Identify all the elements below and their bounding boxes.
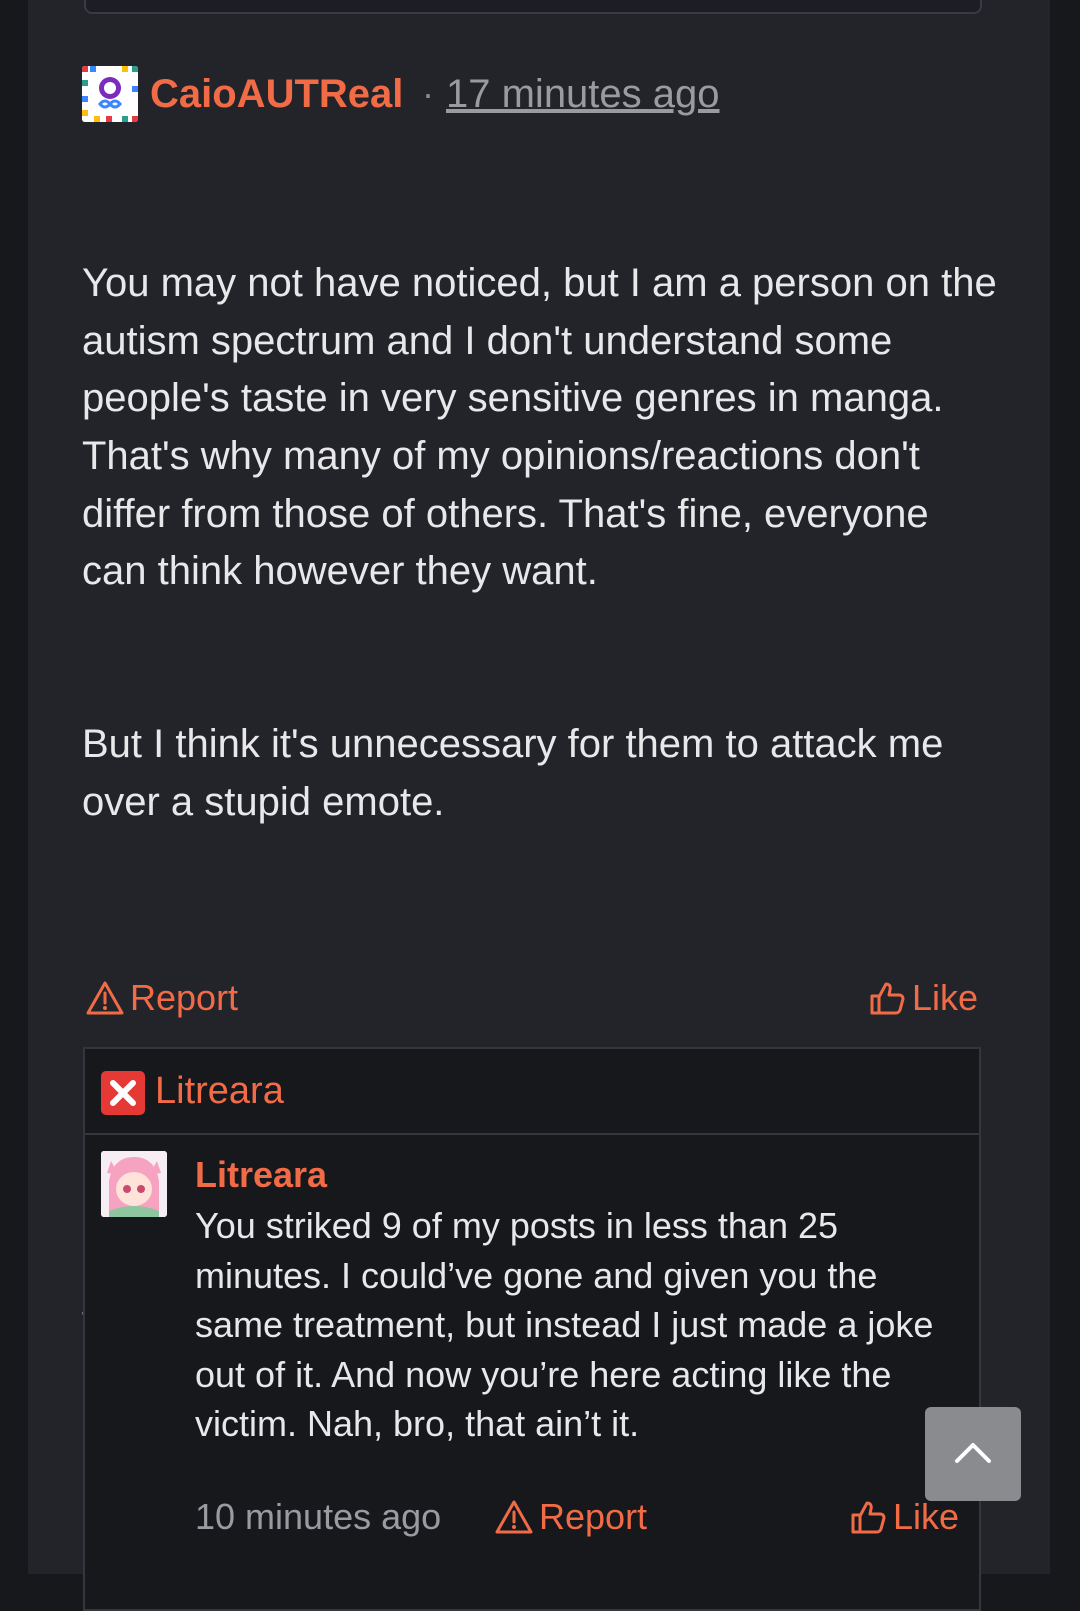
reply-avatar[interactable] bbox=[101, 1151, 167, 1217]
thumbs-up-icon bbox=[849, 1498, 887, 1536]
reply-author[interactable]: Litreara bbox=[195, 1151, 327, 1199]
moderation-author[interactable]: Litreara bbox=[155, 1067, 284, 1115]
warning-triangle-icon bbox=[86, 980, 124, 1016]
comment-timestamp[interactable]: 17 minutes ago bbox=[446, 66, 720, 122]
avatar[interactable] bbox=[82, 66, 138, 122]
reply-report-button[interactable]: Report bbox=[495, 1493, 647, 1541]
reply-body: You striked 9 of my posts in less than 2… bbox=[195, 1205, 934, 1445]
like-button[interactable]: Like bbox=[868, 974, 978, 1022]
report-label: Report bbox=[539, 1496, 648, 1537]
like-label: Like bbox=[911, 977, 978, 1018]
comment-paragraph: But I think it's unnecessary for them to… bbox=[82, 721, 955, 824]
thumbs-up-icon bbox=[868, 979, 906, 1017]
chevron-up-icon bbox=[953, 1439, 993, 1470]
warning-triangle-icon bbox=[495, 1499, 533, 1535]
x-mark-icon bbox=[101, 1071, 145, 1115]
report-button[interactable]: Report bbox=[86, 974, 238, 1022]
comment-input-edge[interactable] bbox=[84, 0, 982, 14]
moderation-box: Litreara Litreara You striked 9 of my po… bbox=[83, 1047, 981, 1611]
moderation-header[interactable]: Litreara bbox=[85, 1049, 979, 1135]
comment-paragraph: You may not have noticed, but I am a per… bbox=[82, 261, 1008, 594]
comment-author[interactable]: CaioAUTReal bbox=[150, 66, 403, 122]
report-label: Report bbox=[130, 977, 239, 1018]
reply-timestamp[interactable]: 10 minutes ago bbox=[195, 1493, 441, 1541]
separator-dot: · bbox=[422, 73, 434, 114]
comment-panel: CaioAUTReal · 17 minutes ago You may not… bbox=[28, 0, 1050, 1611]
scroll-to-top-button[interactable] bbox=[925, 1407, 1021, 1501]
